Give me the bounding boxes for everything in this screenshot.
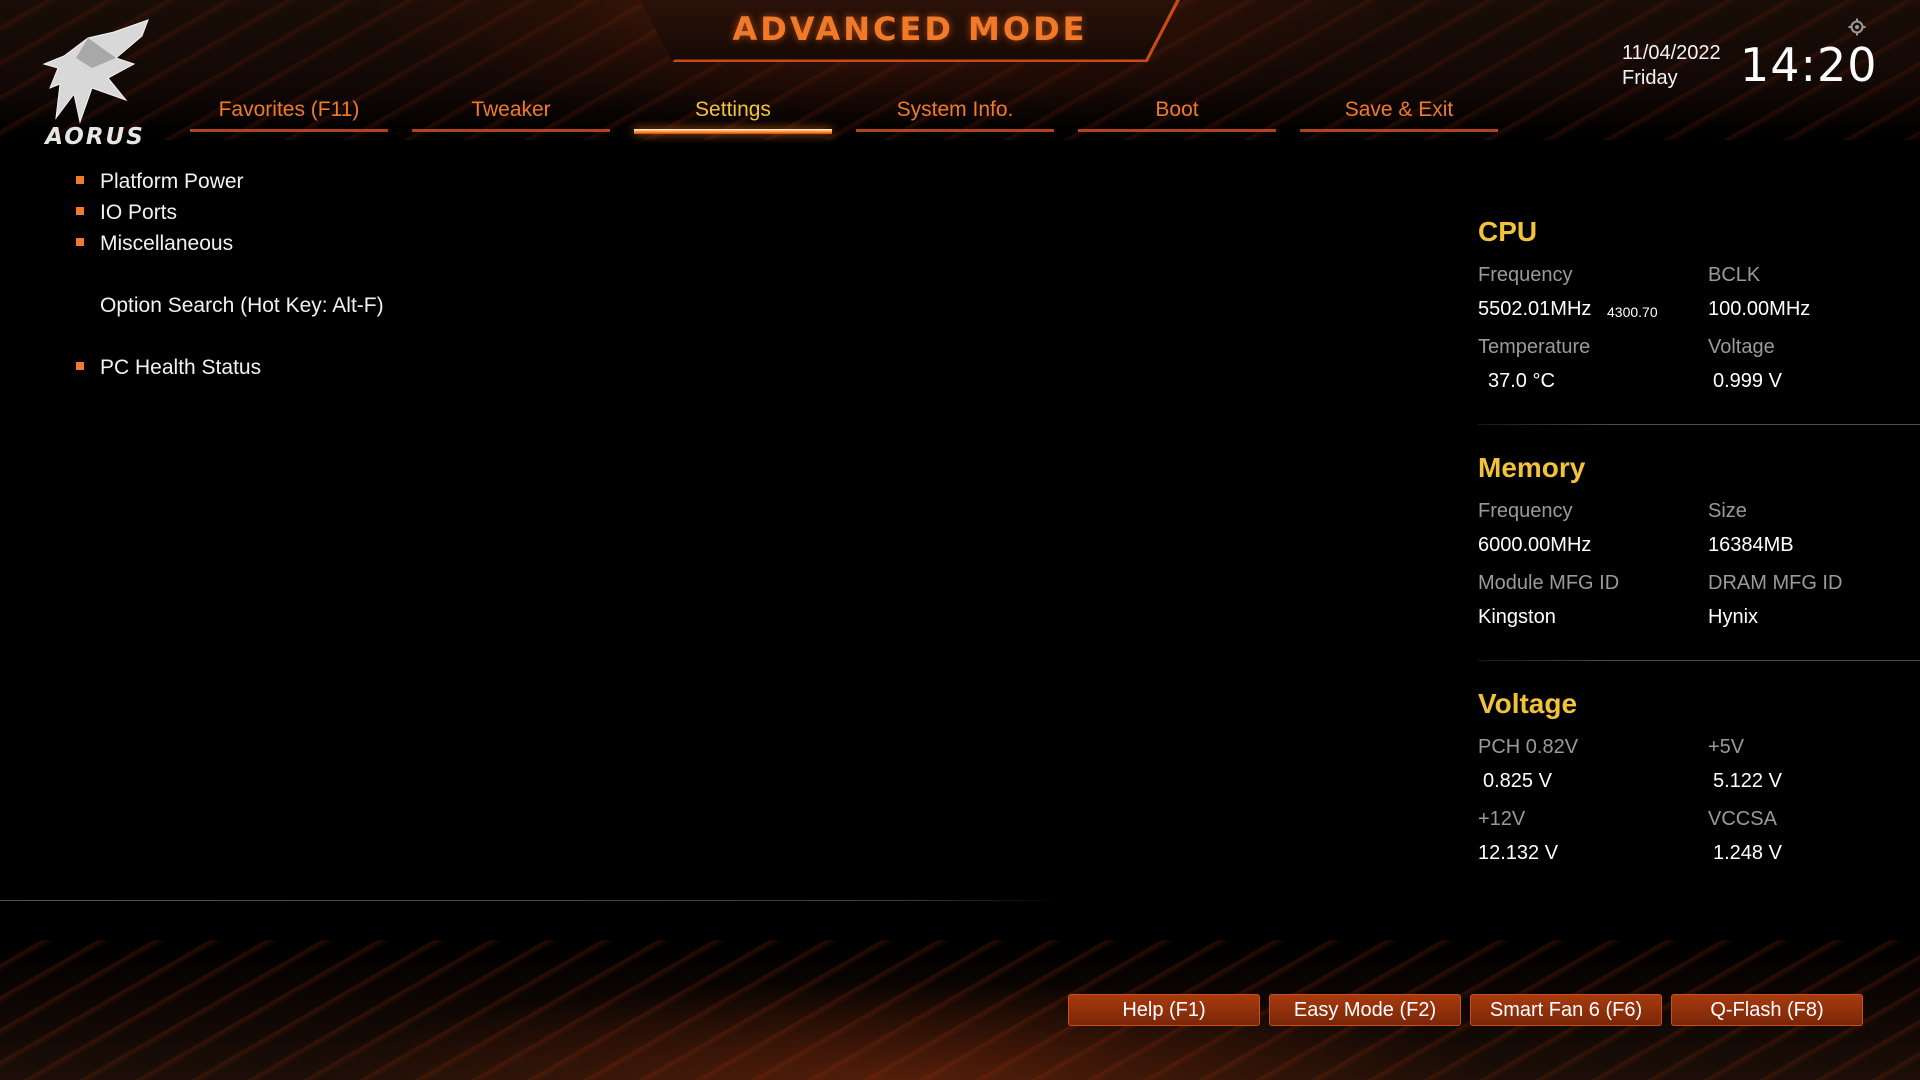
menu-item-label: Platform Power bbox=[100, 170, 244, 193]
memory-dram-mfg-label: DRAM MFG ID bbox=[1708, 572, 1843, 594]
cpu-bclk-value: 100.00MHz bbox=[1708, 298, 1811, 320]
voltage-section-title: Voltage bbox=[1478, 688, 1578, 719]
page-title: ADVANCED MODE bbox=[732, 10, 1088, 48]
memory-module-mfg-value: Kingston bbox=[1478, 606, 1556, 628]
tab-save-exit[interactable]: Save & Exit bbox=[1300, 94, 1498, 134]
bullet-icon bbox=[76, 176, 84, 185]
clock-display: 14:20 bbox=[1740, 38, 1878, 92]
voltage-12v-label: +12V bbox=[1478, 808, 1526, 830]
smart-fan-button[interactable]: Smart Fan 6 (F6) bbox=[1470, 994, 1662, 1026]
bullet-icon bbox=[76, 362, 84, 371]
memory-dram-mfg-value: Hynix bbox=[1708, 606, 1759, 628]
gear-icon[interactable] bbox=[1848, 18, 1866, 36]
tab-settings[interactable]: Settings bbox=[634, 94, 832, 134]
panel-divider bbox=[1478, 424, 1920, 425]
help-button[interactable]: Help (F1) bbox=[1068, 994, 1260, 1026]
menu-item-io-ports[interactable]: IO Ports bbox=[76, 201, 177, 225]
voltage-5v-value: 5.122 V bbox=[1713, 770, 1782, 792]
menu-item-label: Miscellaneous bbox=[100, 232, 234, 255]
memory-frequency-value: 6000.00MHz bbox=[1478, 534, 1592, 556]
tab-favorites[interactable]: Favorites (F11) bbox=[190, 94, 388, 134]
bios-screen: ADVANCED MODE AORUS Favorites (F11) Twea… bbox=[0, 0, 1920, 1080]
tab-system-info[interactable]: System Info. bbox=[856, 94, 1054, 134]
menu-item-label: PC Health Status bbox=[100, 356, 262, 379]
brand-wordmark: AORUS bbox=[45, 124, 145, 150]
cpu-frequency-value: 5502.01MHz bbox=[1478, 298, 1592, 320]
memory-section-title: Memory bbox=[1478, 452, 1586, 483]
cpu-frequency-label: Frequency bbox=[1478, 264, 1573, 286]
memory-size-value: 16384MB bbox=[1708, 534, 1794, 556]
content-divider bbox=[0, 900, 1060, 901]
menu-item-miscellaneous[interactable]: Miscellaneous bbox=[76, 232, 233, 256]
voltage-pch-label: PCH 0.82V bbox=[1478, 736, 1579, 758]
cpu-temperature-value: 37.0 °C bbox=[1488, 370, 1555, 392]
cpu-bclk-label: BCLK bbox=[1708, 264, 1761, 286]
tab-boot[interactable]: Boot bbox=[1078, 94, 1276, 134]
voltage-vccsa-label: VCCSA bbox=[1708, 808, 1777, 830]
menu-item-pc-health-status[interactable]: PC Health Status bbox=[76, 356, 261, 380]
cpu-voltage-value: 0.999 V bbox=[1713, 370, 1782, 392]
cpu-voltage-label: Voltage bbox=[1708, 336, 1775, 358]
cpu-section-title: CPU bbox=[1478, 216, 1538, 247]
voltage-vccsa-value: 1.248 V bbox=[1713, 842, 1782, 864]
tab-tweaker[interactable]: Tweaker bbox=[412, 94, 610, 134]
voltage-5v-label: +5V bbox=[1708, 736, 1745, 758]
voltage-pch-value: 0.825 V bbox=[1483, 770, 1552, 792]
day-display: Friday bbox=[1622, 67, 1678, 89]
memory-module-mfg-label: Module MFG ID bbox=[1478, 572, 1620, 594]
menu-item-label: Option Search (Hot Key: Alt-F) bbox=[100, 294, 384, 317]
memory-size-label: Size bbox=[1708, 500, 1747, 522]
easy-mode-button[interactable]: Easy Mode (F2) bbox=[1269, 994, 1461, 1026]
cpu-temperature-label: Temperature bbox=[1478, 336, 1591, 358]
menu-item-label: IO Ports bbox=[100, 201, 178, 224]
cpu-frequency-sub-value: 4300.70 bbox=[1607, 304, 1658, 320]
bullet-icon bbox=[76, 238, 84, 247]
panel-divider bbox=[1478, 660, 1920, 661]
voltage-12v-value: 12.132 V bbox=[1478, 842, 1559, 864]
bullet-icon bbox=[76, 207, 84, 216]
menu-item-option-search[interactable]: Option Search (Hot Key: Alt-F) bbox=[76, 294, 384, 318]
date-display: 11/04/2022 bbox=[1622, 42, 1721, 64]
menu-item-platform-power[interactable]: Platform Power bbox=[76, 170, 244, 194]
memory-frequency-label: Frequency bbox=[1478, 500, 1573, 522]
q-flash-button[interactable]: Q-Flash (F8) bbox=[1671, 994, 1863, 1026]
